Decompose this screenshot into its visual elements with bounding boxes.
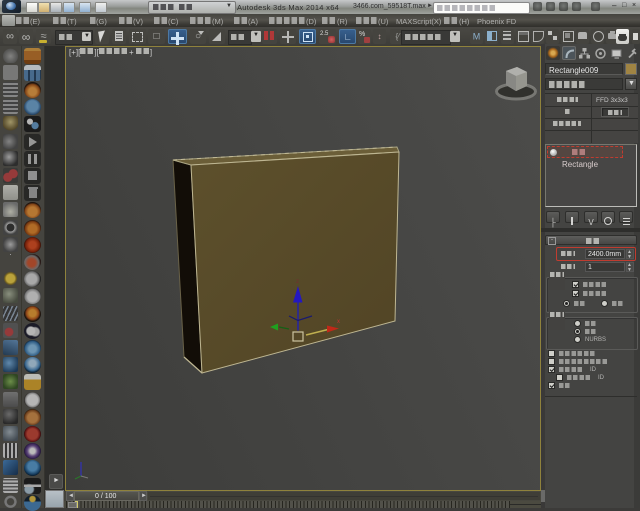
svg-text:z: z bbox=[296, 279, 299, 285]
svg-text:x: x bbox=[337, 319, 340, 325]
